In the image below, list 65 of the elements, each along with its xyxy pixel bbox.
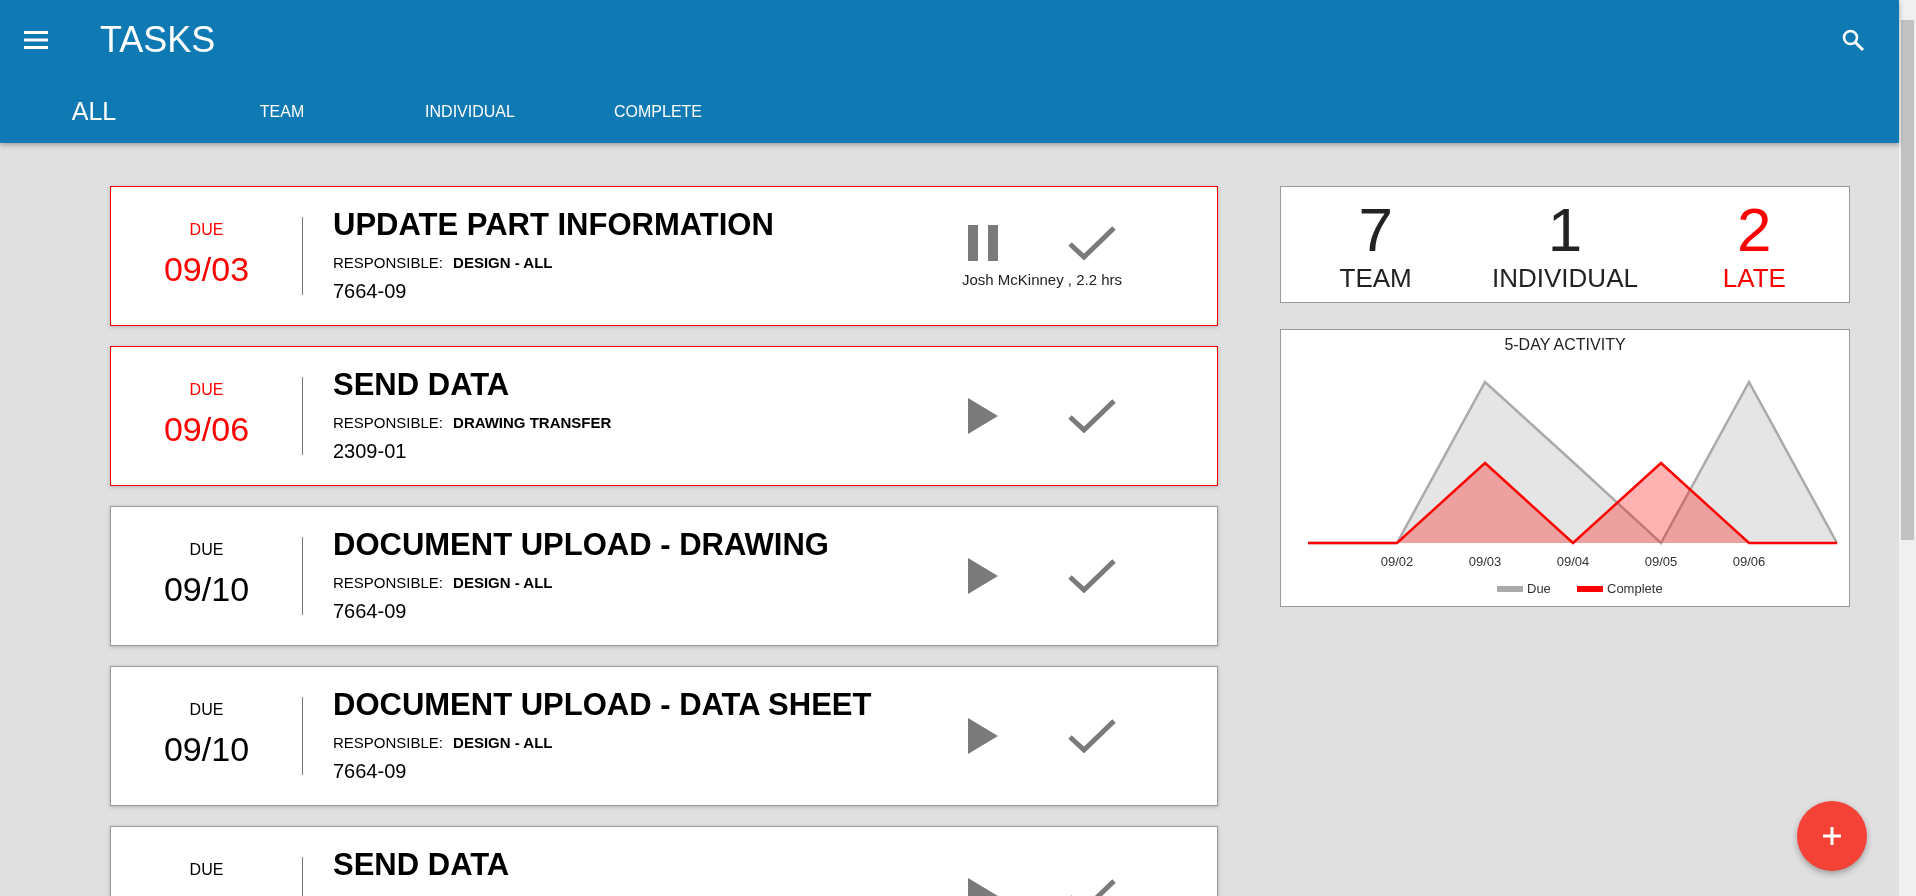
scrollbar[interactable] (1899, 0, 1916, 896)
task-card[interactable]: DUE 09/10 DOCUMENT UPLOAD - DATA SHEET RESPONSIBLE: DESIGN - ALL 7664-09 (110, 666, 1218, 806)
stat-value: 1 (1547, 197, 1583, 263)
responsible-label: RESPONSIBLE: (333, 414, 444, 431)
tab[interactable]: TEAM (188, 102, 376, 121)
task-title: UPDATE PART INFORMATION (333, 206, 775, 244)
play-icon[interactable] (968, 558, 998, 594)
legend-label: Complete (1607, 581, 1663, 596)
check-icon[interactable] (1068, 225, 1116, 260)
due-date: 09/10 (163, 729, 250, 769)
worker-time: Josh McKinney , 2.2 hrs (961, 270, 1123, 288)
play-icon[interactable] (968, 398, 998, 434)
task-code: 2309-01 (333, 440, 408, 463)
check-icon[interactable] (1068, 559, 1116, 593)
stat-label: TEAM (1339, 263, 1412, 294)
x-axis-label: 09/02 (1380, 554, 1414, 569)
responsible-value: DESIGN - ALL (453, 574, 553, 591)
task-title: DOCUMENT UPLOAD - DATA SHEET (333, 686, 873, 724)
due-label: DUE (189, 701, 224, 719)
x-axis-label: 09/06 (1732, 554, 1766, 569)
page-title: TASKS (100, 19, 216, 61)
task-title: SEND DATA (333, 366, 511, 404)
task-code: 7664-09 (333, 600, 408, 623)
x-axis-label: 09/03 (1468, 554, 1502, 569)
due-label: DUE (189, 861, 224, 879)
responsible-label: RESPONSIBLE: (333, 574, 444, 591)
responsible-label: RESPONSIBLE: (333, 254, 444, 271)
due-date: 09/06 (163, 409, 250, 449)
x-axis-label: 09/04 (1556, 554, 1590, 569)
due-date: 09/10 (163, 569, 250, 609)
task-card[interactable]: DUE 09/10 DOCUMENT UPLOAD - DRAWING RESPONSIBLE: DESIGN - ALL 7664-09 (110, 506, 1218, 646)
stat-value: 2 (1737, 197, 1772, 263)
task-title: DOCUMENT UPLOAD - DRAWING (333, 526, 830, 564)
scrollbar-thumb[interactable] (1901, 20, 1914, 540)
task-card[interactable]: DUE 09/03 UPDATE PART INFORMATION RESPONSIBLE: DESIGN - ALL 7664-09 Josh McKinney , 2.2 hrs (110, 186, 1218, 326)
tab[interactable]: COMPLETE (564, 102, 752, 121)
plus-icon (1823, 827, 1841, 845)
due-label: DUE (189, 381, 224, 399)
search-icon[interactable] (1841, 28, 1865, 52)
task-title: SEND DATA (333, 846, 511, 884)
task-code: 7664-09 (333, 280, 408, 303)
task-code: 7664-09 (333, 760, 408, 783)
responsible-value: DESIGN - ALL (453, 254, 553, 271)
responsible-value: DESIGN - ALL (453, 734, 553, 751)
due-date: 09/03 (163, 249, 250, 289)
x-axis-label: 09/05 (1644, 554, 1678, 569)
play-icon[interactable] (968, 718, 998, 754)
chart-title: 5-DAY ACTIVITY (1504, 336, 1626, 353)
add-button[interactable] (1797, 801, 1867, 871)
pause-icon[interactable] (968, 224, 998, 261)
check-icon[interactable] (1068, 399, 1116, 433)
stat-label: INDIVIDUAL (1492, 263, 1638, 294)
due-label: DUE (189, 541, 224, 559)
tab[interactable]: INDIVIDUAL (376, 102, 564, 121)
menu-icon[interactable] (24, 31, 48, 49)
check-icon[interactable] (1068, 719, 1116, 753)
responsible-label: RESPONSIBLE: (333, 734, 444, 751)
task-card[interactable]: DUE SEND DATA (110, 826, 1218, 896)
task-card[interactable]: DUE 09/06 SEND DATA RESPONSIBLE: DRAWING TRANSFER 2309-01 (110, 346, 1218, 486)
responsible-value: DRAWING TRANSFER (453, 414, 612, 431)
stat-value: 7 (1358, 197, 1393, 263)
tab[interactable]: ALL (0, 97, 188, 126)
stat-label: LATE (1722, 263, 1786, 294)
due-label: DUE (189, 221, 224, 239)
legend-label: Due (1527, 581, 1551, 596)
